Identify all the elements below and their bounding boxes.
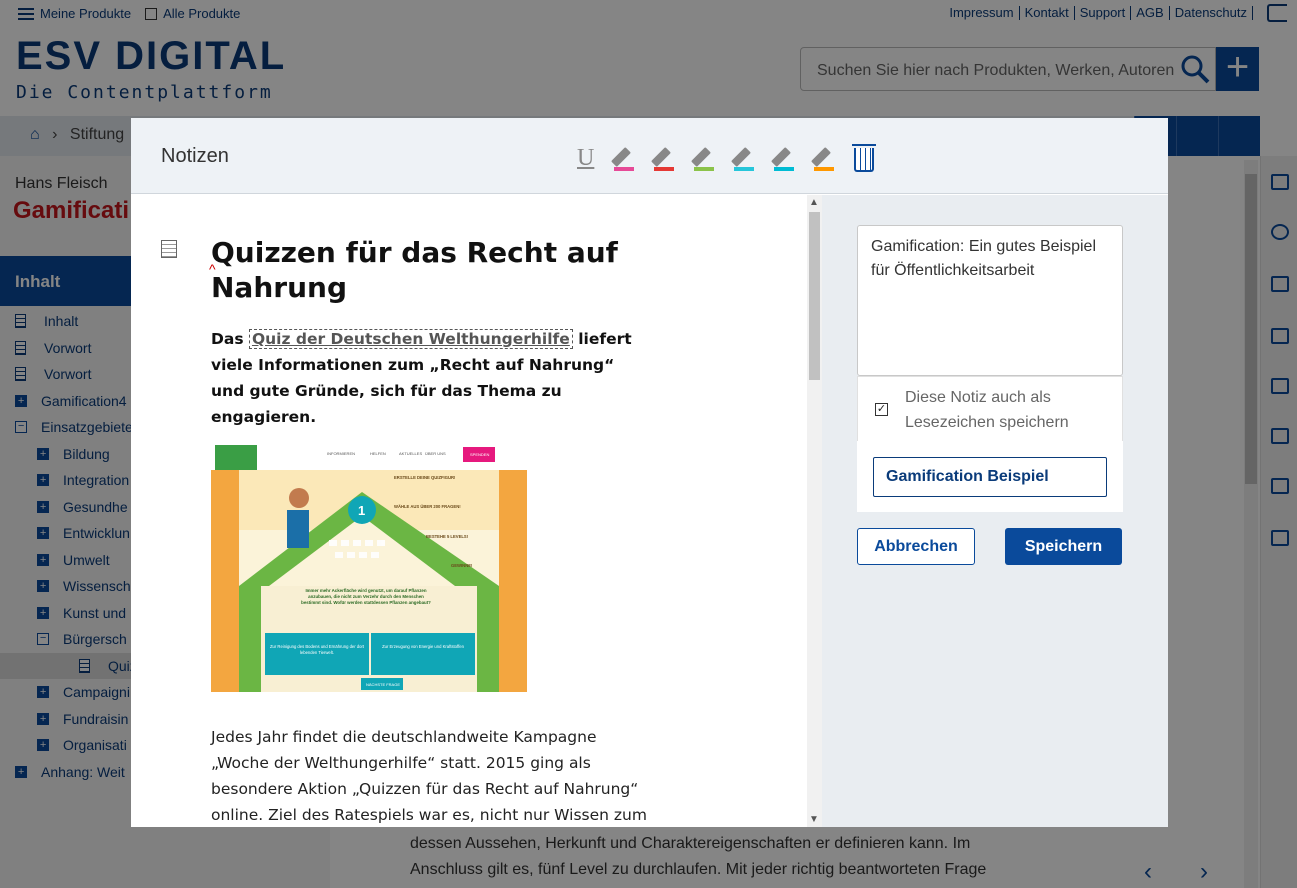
scroll-thumb[interactable]: [809, 212, 820, 380]
document-icon[interactable]: [161, 240, 177, 258]
article-lead: Das Quiz der Deutschen Welthungerhilfe l…: [211, 329, 632, 426]
highlight-pen-icon[interactable]: [771, 145, 795, 171]
content-scrollbar[interactable]: ▲ ▼: [807, 195, 822, 827]
bookmark-checkbox[interactable]: ✓: [875, 403, 888, 416]
trash-icon[interactable]: [852, 144, 877, 172]
modal-header: Notizen U: [131, 118, 1168, 194]
bookmark-title-input[interactable]: Gamification Beispiel: [873, 457, 1107, 497]
scroll-up-icon[interactable]: ▲: [809, 197, 819, 208]
highlight-pen-icon[interactable]: [691, 145, 715, 171]
underline-icon[interactable]: U: [577, 146, 594, 170]
svg-text:WÄHLE AUS ÜBER 200 FRAGEN!: WÄHLE AUS ÜBER 200 FRAGEN!: [394, 504, 461, 509]
svg-text:1: 1: [358, 503, 365, 518]
svg-text:ÜBER UNS: ÜBER UNS: [425, 451, 446, 456]
quiz-link[interactable]: Quiz der Deutschen Welthungerhilfe: [248, 329, 573, 349]
modal-title: Notizen: [161, 145, 229, 167]
bookmark-label: Diese Notiz auch als Lesezeichen speiche…: [905, 389, 1069, 431]
article-content: ^ Quizzen für das Recht auf Nahrung Das …: [131, 195, 807, 827]
annotation-toolbar: U: [577, 144, 877, 172]
note-textarea[interactable]: Gamification: Ein gutes Beispiel für Öff…: [857, 225, 1123, 376]
svg-text:GEWINNE!: GEWINNE!: [451, 563, 472, 568]
quiz-screenshot: INFORMIEREN HELFEN AKTUELLES ÜBER UNS SP…: [211, 436, 527, 692]
svg-text:ERSTELLE DEINE QUIZFIGUR!: ERSTELLE DEINE QUIZFIGUR!: [394, 475, 455, 480]
svg-text:BESTEHE 5 LEVELS!: BESTEHE 5 LEVELS!: [426, 534, 468, 539]
highlight-pen-icon[interactable]: [611, 145, 635, 171]
svg-text:NÄCHSTE FRAGE: NÄCHSTE FRAGE: [366, 682, 400, 687]
welthungerhilfe-logo: [215, 445, 257, 470]
highlight-pen-icon[interactable]: [731, 145, 755, 171]
cancel-button[interactable]: Abbrechen: [857, 528, 975, 565]
article-body: Jedes Jahr findet die deutschlandweite K…: [211, 728, 647, 824]
scroll-down-icon[interactable]: ▼: [809, 814, 819, 825]
highlight-pen-icon[interactable]: [651, 145, 675, 171]
svg-text:HELFEN: HELFEN: [370, 451, 386, 456]
svg-text:SPENDEN: SPENDEN: [470, 452, 489, 457]
bookmark-option: ✓ Diese Notiz auch als Lesezeichen speic…: [857, 376, 1123, 442]
svg-text:INFORMIEREN: INFORMIEREN: [327, 451, 355, 456]
article-heading: Quizzen für das Recht auf Nahrung: [211, 236, 618, 304]
save-button[interactable]: Speichern: [1005, 528, 1122, 565]
notes-modal: Notizen U ^ Quizzen für das Recht auf Na…: [131, 118, 1168, 827]
highlight-pen-icon[interactable]: [811, 145, 835, 171]
svg-text:AKTUELLES: AKTUELLES: [399, 451, 422, 456]
